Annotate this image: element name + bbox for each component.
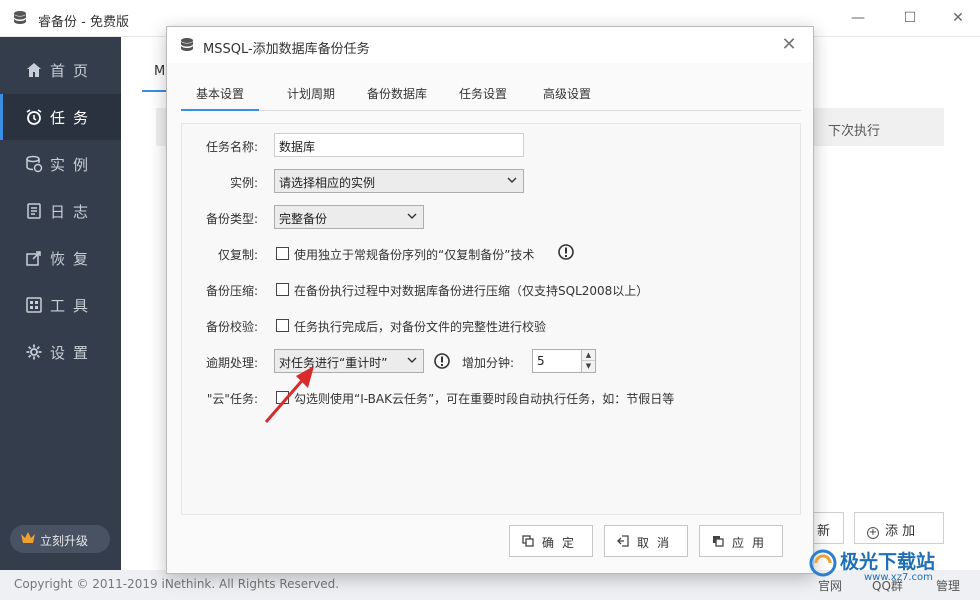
backup-type-select-value: 完整备份	[279, 212, 328, 226]
add-backup-task-dialog: MSSQL-添加数据库备份任务 ✕ 基本设置 计划周期 备份数据库 任务设置 高…	[166, 26, 814, 574]
tab-advanced-settings[interactable]: 高级设置	[535, 75, 599, 111]
ok-label: 确定	[542, 536, 583, 550]
compress-description: 在备份执行过程中对数据库备份进行压缩（仅支持SQL2008以上）	[294, 284, 649, 298]
apply-icon	[713, 536, 724, 547]
sidebar-item-label: 日志	[50, 203, 97, 221]
sidebar-item-label: 首页	[50, 62, 97, 80]
task-name-label: 任务名称:	[205, 140, 258, 154]
close-window-button[interactable]: ✕	[946, 8, 970, 28]
sidebar-item-tools[interactable]: 工具	[0, 282, 121, 328]
app-title: 睿备份 - 免费版	[38, 15, 129, 30]
stepper-down-button[interactable]: ▼	[581, 361, 595, 372]
database-logo-icon	[181, 38, 193, 51]
watermark-logo: 极光下载站 www.xz7.com	[808, 546, 978, 586]
tab-backup-database[interactable]: 备份数据库	[359, 75, 435, 111]
sidebar-item-label: 任务	[50, 109, 97, 127]
copyright-text: Copyright © 2011-2019 iNethink. All Righ…	[14, 577, 340, 591]
watermark-swirl-icon	[809, 549, 837, 577]
database-instance-icon	[26, 155, 43, 173]
apply-button[interactable]: 应用	[699, 525, 783, 557]
stepper-up-button[interactable]: ▲	[581, 350, 595, 361]
sidebar-item-settings[interactable]: 设置	[0, 329, 121, 375]
chevron-down-icon	[407, 213, 417, 219]
chevron-down-icon	[507, 177, 517, 183]
add-task-label: 添 加	[885, 524, 916, 539]
sidebar-item-tasks[interactable]: 任务	[0, 94, 121, 140]
crown-icon	[21, 532, 35, 543]
sidebar-item-logs[interactable]: 日志	[0, 188, 121, 234]
task-name-input[interactable]: 数据库	[274, 133, 524, 157]
maximize-button[interactable]: ☐	[898, 8, 922, 28]
compress-checkbox[interactable]	[276, 283, 289, 296]
add-minutes-stepper[interactable]: 5 ▲ ▼	[532, 349, 596, 373]
apply-label: 应用	[732, 536, 773, 550]
overdue-label: 逾期处理:	[205, 356, 258, 370]
verify-description: 任务执行完成后，对备份文件的完整性进行校验	[294, 320, 547, 334]
sidebar-item-label: 恢复	[50, 250, 97, 268]
add-task-button[interactable]: + 添 加	[854, 512, 944, 544]
sidebar-item-instances[interactable]: 实例	[0, 141, 121, 187]
minimize-button[interactable]: —	[846, 8, 870, 28]
add-minutes-value: 5	[537, 354, 545, 368]
dialog-titlebar: MSSQL-添加数据库备份任务 ✕	[167, 27, 813, 63]
alarm-clock-icon	[26, 109, 42, 125]
dialog-title: MSSQL-添加数据库备份任务	[203, 42, 370, 57]
confirm-icon	[522, 535, 534, 547]
gear-icon	[26, 344, 42, 360]
watermark-brand: 极光下载站	[840, 551, 936, 573]
add-minutes-label: 增加分钟:	[462, 356, 515, 370]
upgrade-button[interactable]: 立刻升级	[10, 525, 110, 553]
verify-checkbox[interactable]	[276, 319, 289, 332]
red-arrow-annotation	[264, 366, 314, 423]
info-warning-icon[interactable]	[434, 353, 450, 369]
info-warning-icon[interactable]	[558, 244, 574, 260]
plus-circle-icon: +	[867, 527, 879, 539]
compress-label: 备份压缩:	[205, 284, 258, 298]
tab-task-settings[interactable]: 任务设置	[451, 75, 515, 111]
dialog-tabs: 基本设置 计划周期 备份数据库 任务设置 高级设置	[181, 75, 801, 111]
sidebar-item-restore[interactable]: 恢复	[0, 235, 121, 281]
restore-icon	[26, 251, 41, 266]
sidebar-item-label: 工具	[50, 297, 97, 315]
copy-only-label: 仅复制:	[217, 248, 258, 262]
database-logo-icon	[14, 11, 26, 24]
cloud-task-label: "云"任务:	[206, 392, 258, 406]
sidebar-item-home[interactable]: 首页	[0, 47, 121, 93]
ok-button[interactable]: 确定	[509, 525, 593, 557]
copy-only-description: 使用独立于常规备份序列的“仅复制备份”技术	[294, 248, 535, 262]
next-run-column-header: 下次执行	[828, 124, 881, 139]
sidebar: 首页 任务 实例 日志 恢复 工具 设置 立刻升级	[0, 37, 121, 570]
chevron-down-icon	[407, 357, 417, 363]
dialog-close-button[interactable]: ✕	[779, 35, 799, 55]
upgrade-label: 立刻升级	[40, 534, 89, 548]
instance-select-value: 请选择相应的实例	[279, 176, 376, 190]
instance-label: 实例:	[229, 176, 258, 190]
cloud-task-description: 勾选则使用“I-BAK云任务”，可在重要时段自动执行任务，如：节假日等	[294, 392, 675, 406]
tools-icon	[26, 297, 42, 313]
copy-only-checkbox[interactable]	[276, 247, 289, 260]
cancel-button[interactable]: 取消	[604, 525, 688, 557]
sidebar-item-label: 实例	[50, 156, 97, 174]
sidebar-item-label: 设置	[50, 344, 97, 362]
new-task-label: 新	[817, 524, 831, 539]
backup-type-label: 备份类型:	[205, 212, 258, 226]
watermark-url: www.xz7.com	[864, 572, 933, 583]
home-icon	[27, 63, 41, 77]
basic-settings-panel: 任务名称: 数据库 实例: 请选择相应的实例 备份类型: 完整备份 仅复制: 使…	[181, 123, 801, 515]
tab-basic-settings[interactable]: 基本设置	[181, 75, 259, 111]
instance-select[interactable]: 请选择相应的实例	[274, 169, 524, 193]
tab-schedule[interactable]: 计划周期	[279, 75, 343, 111]
cancel-label: 取消	[637, 536, 678, 550]
backup-type-select[interactable]: 完整备份	[274, 205, 424, 229]
verify-label: 备份校验:	[205, 320, 258, 334]
log-icon	[27, 203, 41, 219]
exit-icon	[617, 535, 629, 547]
